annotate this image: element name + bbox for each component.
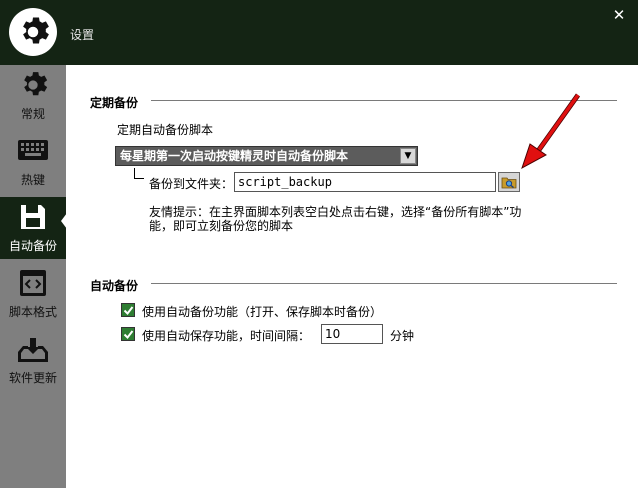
hint-text-line2: 能，即可立刻备份您的脚本 (149, 219, 294, 233)
sidebar-item-label: 软件更新 (8, 371, 57, 385)
save-interval-input[interactable]: 10 (321, 324, 383, 344)
sidebar-item-script-format[interactable]: 脚本格式 (0, 263, 66, 325)
interval-unit: 分钟 (390, 329, 415, 343)
sidebar-item-label: 热键 (20, 173, 45, 187)
sidebar-item-auto-backup[interactable]: 自动备份 (0, 197, 66, 259)
schedule-selected-value: 每星期第一次启动按键精灵时自动备份脚本 (120, 149, 349, 163)
sidebar-item-label: 常规 (20, 107, 45, 121)
folder-label: 备份到文件夹： (149, 177, 234, 191)
sidebar-item-label: 自动备份 (8, 239, 57, 253)
checkmark-icon (123, 305, 133, 315)
tree-connector (134, 168, 144, 179)
gear-logo-icon (23, 17, 49, 44)
download-tray-icon (18, 338, 48, 362)
auto-save-checkbox[interactable] (121, 327, 135, 341)
sidebar-item-label: 脚本格式 (8, 305, 57, 319)
keyboard-icon (18, 140, 48, 160)
section-title-auto-backup: 自动备份 (90, 279, 139, 293)
code-icon (20, 270, 46, 296)
save-icon (21, 205, 45, 229)
title-bar: 设置 ✕ (0, 0, 638, 65)
folder-search-icon (501, 177, 517, 189)
settings-panel: 定期备份 定期自动备份脚本 每星期第一次启动按键精灵时自动备份脚本 ▼ 备份到文… (66, 65, 638, 488)
sidebar-item-update[interactable]: 软件更新 (0, 329, 66, 391)
schedule-description: 定期自动备份脚本 (117, 123, 214, 137)
section-divider (151, 100, 617, 101)
close-icon[interactable]: ✕ (610, 6, 628, 24)
chevron-down-icon[interactable]: ▼ (400, 148, 416, 164)
sidebar-item-hotkey[interactable]: 热键 (0, 131, 66, 193)
sidebar: 常规 热键 自动备份 脚本格式 软件更新 (0, 65, 66, 488)
section-divider (151, 283, 617, 284)
hint-text-line1: 友情提示：在主界面脚本列表空白处点击右键，选择“备份所有脚本”功 (149, 205, 522, 219)
browse-folder-button[interactable] (498, 172, 520, 192)
gear-icon (24, 72, 48, 96)
backup-folder-input[interactable]: script_backup (234, 172, 496, 192)
sidebar-item-general[interactable]: 常规 (0, 65, 66, 127)
auto-backup-label: 使用自动备份功能（打开、保存脚本时备份） (142, 305, 383, 319)
window-title: 设置 (70, 28, 95, 42)
auto-save-label: 使用自动保存功能，时间间隔： (142, 329, 311, 343)
auto-backup-checkbox[interactable] (121, 303, 135, 317)
checkmark-icon (123, 329, 133, 339)
settings-window: 设置 ✕ 常规 热键 自动备份 脚本格式 软件更新 定期备份 定期自动备份脚本 … (0, 0, 638, 488)
schedule-select[interactable]: 每星期第一次启动按键精灵时自动备份脚本 ▼ (115, 146, 418, 166)
app-logo (9, 8, 57, 56)
section-title-scheduled-backup: 定期备份 (90, 96, 139, 110)
